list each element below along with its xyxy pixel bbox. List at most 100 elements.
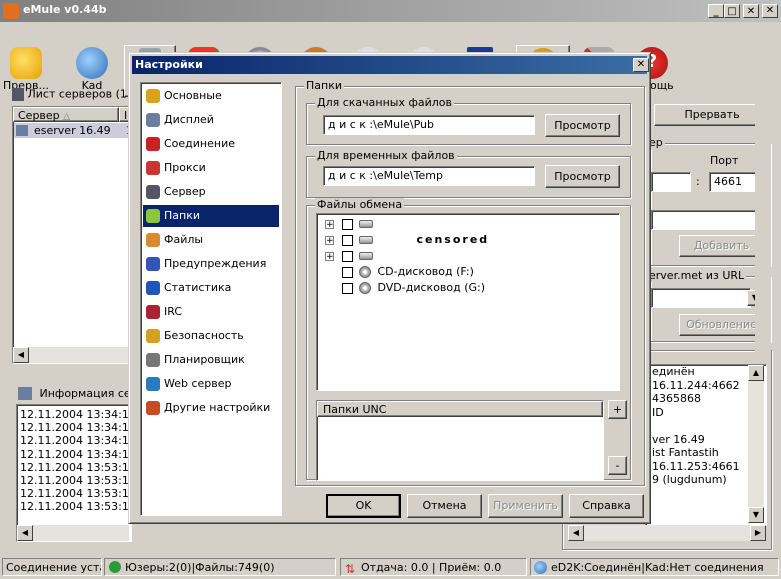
port-field[interactable]: 4661 bbox=[709, 172, 759, 192]
unc-column-header[interactable]: Папки UNC bbox=[317, 401, 603, 417]
my-info-hscroll[interactable]: ◀ ▶ bbox=[568, 525, 766, 541]
disconnect-button[interactable]: Прервать bbox=[654, 104, 770, 126]
tree-checkbox[interactable] bbox=[341, 234, 353, 246]
nav-item-1[interactable]: Дисплей bbox=[143, 109, 279, 131]
nav-item-label: Папки bbox=[164, 209, 200, 222]
scheduler-clock-icon bbox=[146, 353, 160, 367]
nav-item-9[interactable]: IRC bbox=[143, 301, 279, 323]
tree-checkbox[interactable] bbox=[341, 250, 353, 262]
temp-path-field[interactable]: д и с к :\eMule\Temp bbox=[323, 166, 535, 186]
dialog-title-bar[interactable]: Настройки ✕ bbox=[132, 56, 649, 74]
nav-item-12[interactable]: Web сервер bbox=[143, 373, 279, 395]
shared-dirs-tree[interactable]: + + censored + CD-дисковод (F:) DVD-диск… bbox=[316, 213, 620, 391]
status-connection: Соединение устан bbox=[2, 558, 102, 576]
folder-icon bbox=[146, 209, 160, 223]
temp-folder-title: Для временных файлов bbox=[315, 149, 457, 162]
server-address-field[interactable] bbox=[651, 172, 691, 192]
nav-item-5[interactable]: Папки bbox=[143, 205, 279, 227]
server-info-header: Информация серв bbox=[18, 386, 144, 400]
nav-item-6[interactable]: Файлы bbox=[143, 229, 279, 251]
my-info-line: 16.11.253:4661 bbox=[652, 459, 740, 473]
other-settings-icon bbox=[146, 401, 160, 415]
users-icon bbox=[109, 561, 121, 573]
help-button[interactable]: Справка bbox=[569, 494, 644, 518]
nav-item-8[interactable]: Статистика bbox=[143, 277, 279, 299]
nav-item-4[interactable]: Сервер bbox=[143, 181, 279, 203]
minimize-button[interactable]: _ bbox=[708, 4, 724, 18]
log-line: 12.11.2004 13:53:15: bbox=[20, 487, 140, 501]
server-list[interactable]: Сервер △ I eserver 16.49 1 ◀ bbox=[12, 106, 133, 364]
nav-item-13[interactable]: Другие настройки bbox=[143, 397, 279, 419]
tree-drive-2[interactable]: + censored bbox=[325, 232, 489, 248]
server-list-vscroll[interactable] bbox=[755, 86, 771, 362]
add-server-button[interactable]: Добавить bbox=[679, 235, 764, 257]
irc-icon bbox=[146, 305, 160, 319]
nav-item-10[interactable]: Безопасность bbox=[143, 325, 279, 347]
my-info-line: ist Fantastih bbox=[652, 446, 719, 459]
cancel-button[interactable]: Отмена bbox=[407, 494, 482, 518]
tree-drive-3[interactable]: + bbox=[325, 248, 373, 264]
nav-item-label: Соединение bbox=[164, 137, 236, 150]
server-icon bbox=[16, 125, 28, 136]
my-info-line: 9 (lugdunum) bbox=[652, 473, 727, 486]
status-traffic: ⇅ Отдача: 0.0 | Приём: 0.0 bbox=[340, 558, 527, 576]
connection-icon bbox=[146, 137, 160, 151]
apply-button[interactable]: Применить bbox=[488, 494, 563, 518]
maximize-button[interactable]: □ bbox=[724, 4, 740, 18]
tree-checkbox[interactable] bbox=[341, 218, 353, 230]
expand-icon[interactable]: + bbox=[325, 235, 334, 245]
web-server-icon bbox=[146, 377, 160, 391]
server-icon bbox=[146, 185, 160, 199]
shared-files-title: Файлы обмена bbox=[315, 198, 405, 211]
title-extra-close[interactable]: ✕ bbox=[762, 4, 778, 18]
status-users: Юзеры:2(0)|Файлы:749(0) bbox=[104, 558, 336, 576]
traffic-arrows-icon: ⇅ bbox=[345, 562, 356, 576]
proxy-icon bbox=[146, 161, 160, 175]
nav-item-label: Статистика bbox=[164, 281, 232, 294]
col-server-header[interactable]: Сервер △ bbox=[13, 107, 119, 122]
status-network: eD2K:Соединён|Kad:Нет соединения bbox=[530, 558, 779, 576]
close-button[interactable]: ✕ bbox=[743, 4, 759, 18]
nav-item-7[interactable]: Предупреждения bbox=[143, 253, 279, 275]
my-info-line: ID bbox=[652, 405, 664, 419]
tree-checkbox[interactable] bbox=[341, 266, 353, 278]
main-title-bar[interactable]: eMule v0.44b _ □ ✕ bbox=[0, 0, 781, 22]
preferences-dialog[interactable]: Настройки ✕ Основные Дисплей Соединение Про… bbox=[128, 52, 651, 524]
server-list-hscroll[interactable]: ◀ bbox=[13, 347, 131, 363]
update-button[interactable]: Обновление bbox=[679, 314, 764, 336]
expand-icon[interactable]: + bbox=[325, 251, 334, 261]
nav-item-label: Файлы bbox=[164, 233, 204, 246]
server-met-url-field[interactable] bbox=[651, 288, 751, 308]
my-info-vscroll[interactable]: ▲ ▼ bbox=[748, 365, 764, 523]
cd-drive-icon bbox=[359, 266, 371, 278]
nav-item-3[interactable]: Прокси bbox=[143, 157, 279, 179]
expand-icon[interactable]: + bbox=[325, 219, 334, 229]
colon-separator: : bbox=[696, 175, 700, 188]
my-info-line: 4365868 bbox=[652, 392, 701, 405]
downloads-browse-button[interactable]: Просмотр bbox=[545, 114, 620, 137]
tree-checkbox[interactable] bbox=[341, 282, 353, 294]
server-row[interactable]: eserver 16.49 1 bbox=[14, 123, 133, 138]
unc-remove-button[interactable]: - bbox=[608, 456, 627, 475]
tree-drive-1[interactable]: + bbox=[325, 216, 373, 232]
unc-folders-list[interactable]: Папки UNC bbox=[316, 400, 604, 481]
notifications-icon bbox=[146, 257, 160, 271]
temp-browse-button[interactable]: Просмотр bbox=[545, 165, 620, 188]
nav-item-0[interactable]: Основные bbox=[143, 85, 279, 107]
log-line: 12.11.2004 13:53:15: bbox=[20, 474, 140, 487]
unc-add-button[interactable]: + bbox=[608, 400, 627, 419]
server-log-hscroll[interactable]: ◀ bbox=[17, 525, 129, 541]
server-name-field[interactable] bbox=[651, 210, 761, 230]
nav-item-2[interactable]: Соединение bbox=[143, 133, 279, 155]
tree-dvd-drive[interactable]: DVD-дисковод (G:) bbox=[325, 280, 485, 296]
log-line: 12.11.2004 13:53:15: bbox=[20, 460, 140, 474]
dialog-close-button[interactable]: ✕ bbox=[633, 58, 649, 72]
nav-item-label: Предупреждения bbox=[164, 257, 267, 270]
ok-button[interactable]: OK bbox=[326, 494, 401, 518]
tree-cd-drive[interactable]: CD-дисковод (F:) bbox=[325, 264, 474, 280]
downloads-path-field[interactable]: д и с к :\eMule\Pub bbox=[323, 115, 535, 135]
preferences-nav[interactable]: Основные Дисплей Соединение Прокси Сервер Пап… bbox=[140, 82, 282, 516]
nav-item-label: Прокси bbox=[164, 161, 206, 174]
dvd-drive-label: DVD-дисковод (G:) bbox=[377, 281, 486, 294]
nav-item-11[interactable]: Планировщик bbox=[143, 349, 279, 371]
